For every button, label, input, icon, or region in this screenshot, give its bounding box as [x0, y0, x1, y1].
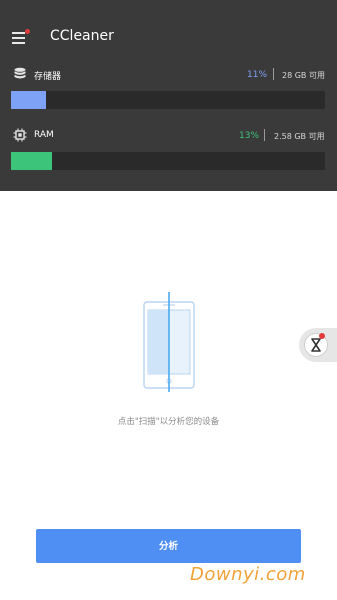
storage-available: 28 GB 可用	[282, 71, 325, 80]
app-header: CCleaner 存储器 11% 28 GB 可用 RAM 13% 2.58 G…	[0, 0, 337, 191]
divider	[273, 68, 274, 80]
scan-hint: 点击"扫描"以分析您的设备	[117, 417, 220, 427]
chip-icon	[13, 128, 27, 142]
phone-scan-icon	[143, 292, 195, 392]
storage-percent: 11%	[247, 70, 268, 80]
ram-label: RAM	[34, 130, 54, 140]
database-stack-icon	[14, 67, 26, 79]
menu-icon	[12, 32, 25, 34]
floating-side-button[interactable]	[299, 328, 337, 362]
storage-progress-bar	[11, 91, 325, 109]
menu-button[interactable]	[12, 29, 30, 44]
notification-dot	[25, 29, 30, 34]
divider	[264, 129, 265, 141]
notification-dot	[319, 333, 325, 339]
app-title: CCleaner	[50, 28, 114, 44]
analyze-button[interactable]: 分析	[36, 529, 301, 563]
ram-percent: 13%	[239, 131, 260, 141]
storage-progress-fill	[11, 91, 46, 109]
watermark: Downyi.com	[190, 564, 306, 585]
ram-available: 2.58 GB 可用	[274, 132, 325, 141]
ram-progress-fill	[11, 152, 52, 170]
storage-label: 存储器	[34, 72, 62, 82]
ram-progress-bar	[11, 152, 325, 170]
